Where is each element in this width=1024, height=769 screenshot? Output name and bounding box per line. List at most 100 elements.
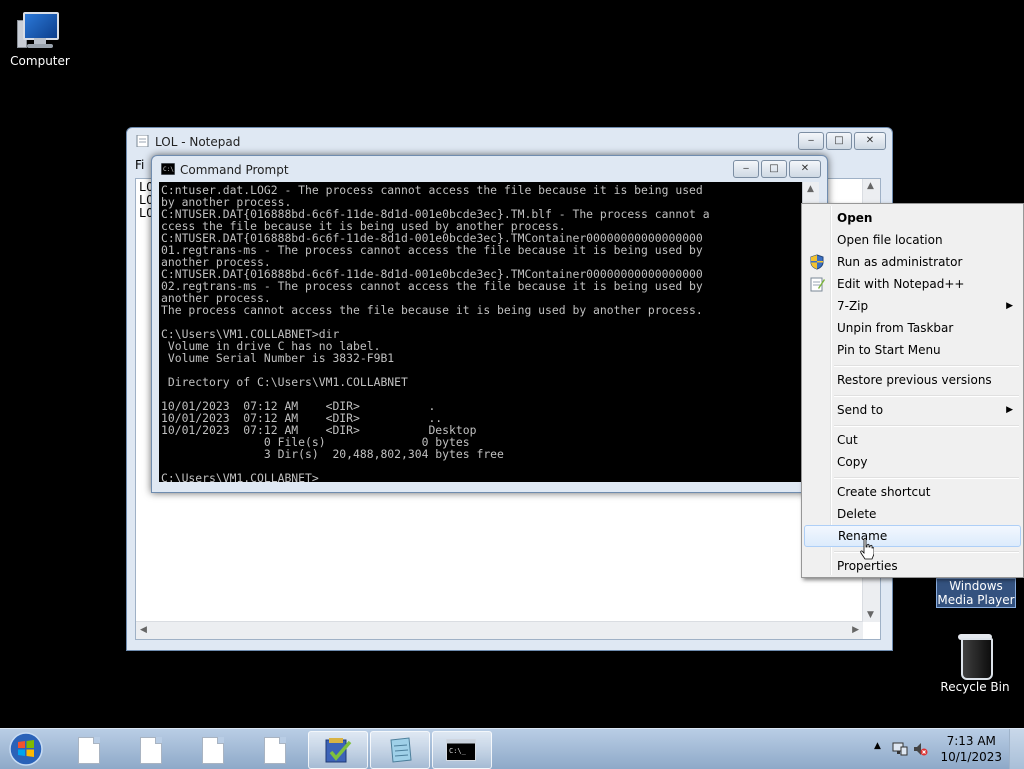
- close-icon: ✕: [800, 163, 810, 174]
- scroll-up-arrow-icon[interactable]: ▲: [867, 181, 874, 191]
- taskbar-button-document-1[interactable]: [60, 731, 118, 767]
- minimize-button[interactable]: ‒: [733, 160, 759, 178]
- desktop-icon-label: Recycle Bin: [940, 680, 1010, 694]
- notepad-icon: [390, 737, 412, 763]
- taskbar-button-document-3[interactable]: [184, 731, 242, 767]
- document-icon: [264, 737, 286, 764]
- menu-item-delete[interactable]: Delete: [804, 503, 1021, 525]
- menu-item-label: Properties: [837, 559, 898, 573]
- desktop-icon-label: Media Player: [937, 593, 1015, 607]
- window-title: LOL - Notepad: [155, 135, 241, 149]
- show-desktop-button[interactable]: [1009, 729, 1024, 769]
- scroll-up-arrow-icon[interactable]: ▲: [807, 184, 814, 194]
- desktop-icon-windows-media-player[interactable]: Windows Media Player: [936, 578, 1016, 608]
- notepadpp-icon: [810, 277, 825, 292]
- menu-item-label: 7-Zip: [837, 299, 869, 313]
- taskbar-button-command-prompt[interactable]: C:\_: [432, 731, 492, 769]
- scroll-down-arrow-icon[interactable]: ▼: [867, 610, 874, 620]
- close-button[interactable]: ✕: [854, 132, 886, 150]
- start-button[interactable]: [4, 731, 46, 767]
- document-icon: [202, 737, 224, 764]
- menu-item-label: Send to: [837, 403, 884, 417]
- menu-item-label: Cut: [837, 433, 858, 447]
- menu-item-open[interactable]: Open: [804, 207, 1021, 229]
- maximize-button[interactable]: □: [761, 160, 787, 178]
- close-icon: ✕: [865, 135, 875, 146]
- recycle-bin-icon: [958, 632, 993, 680]
- network-icon[interactable]: [892, 741, 908, 757]
- menu-item-label: Run as administrator: [837, 255, 963, 269]
- taskbar-button-document-2[interactable]: [122, 731, 180, 767]
- menu-item-properties[interactable]: Properties: [804, 555, 1021, 577]
- menu-separator: [834, 477, 1019, 479]
- context-menu: Open Open file location Run as administr…: [801, 203, 1024, 578]
- menu-separator: [834, 395, 1019, 397]
- menu-separator: [834, 365, 1019, 367]
- command-prompt-window[interactable]: C:\ Command Prompt ‒ □ ✕ C:ntuser.dat.LO…: [151, 155, 828, 493]
- clock-date: 10/1/2023: [940, 750, 1002, 764]
- minimize-icon: ‒: [807, 135, 815, 146]
- menu-item-unpin-from-taskbar[interactable]: Unpin from Taskbar: [804, 317, 1021, 339]
- checklist-app-icon: [325, 738, 352, 763]
- submenu-arrow-icon: ▶: [1006, 301, 1013, 311]
- menu-item-label: Edit with Notepad++: [837, 277, 965, 291]
- horizontal-scrollbar[interactable]: ◀ ▶: [136, 621, 863, 639]
- svg-text:C:\_: C:\_: [449, 747, 467, 755]
- minimize-button[interactable]: ‒: [798, 132, 824, 150]
- console-output-area[interactable]: C:ntuser.dat.LOG2 - The process cannot a…: [159, 182, 802, 482]
- computer-icon: [17, 10, 63, 50]
- notification-area: ▲ 7:13 AM 10/1/2023: [864, 729, 1024, 769]
- menu-item-label: Copy: [837, 455, 868, 469]
- document-icon: [140, 737, 162, 764]
- cmd-titlebar[interactable]: C:\ Command Prompt ‒ □ ✕: [152, 156, 827, 182]
- menu-item-label: Create shortcut: [837, 485, 931, 499]
- menu-item-edit-with-notepadpp[interactable]: Edit with Notepad++: [804, 273, 1021, 295]
- maximize-icon: □: [834, 135, 844, 146]
- desktop-icon-computer[interactable]: Computer: [0, 2, 80, 69]
- taskbar: C:\_ ▲ 7:13 AM 10/1/2023: [0, 728, 1024, 769]
- menu-item-rename[interactable]: Rename: [804, 525, 1021, 547]
- clock-time: 7:13 AM: [946, 734, 996, 748]
- menu-item-label: Restore previous versions: [837, 373, 992, 387]
- minimize-icon: ‒: [742, 163, 750, 174]
- menu-item-run-as-administrator[interactable]: Run as administrator: [804, 251, 1021, 273]
- volume-muted-icon[interactable]: [912, 741, 928, 757]
- close-button[interactable]: ✕: [789, 160, 821, 178]
- notepad-icon: [136, 135, 149, 147]
- menu-item-copy[interactable]: Copy: [804, 451, 1021, 473]
- menu-item-label: Open file location: [837, 233, 943, 247]
- menu-item-label: Unpin from Taskbar: [837, 321, 954, 335]
- desktop-icon-label: Windows: [949, 579, 1003, 593]
- scroll-right-arrow-icon[interactable]: ▶: [852, 625, 859, 635]
- menu-item-file[interactable]: Fi: [135, 158, 144, 174]
- console-text: C:ntuser.dat.LOG2 - The process cannot a…: [161, 183, 710, 482]
- taskbar-button-notepad[interactable]: [370, 731, 430, 769]
- menu-item-7zip[interactable]: 7-Zip ▶: [804, 295, 1021, 317]
- document-icon: [78, 737, 100, 764]
- uac-shield-icon: [810, 254, 824, 270]
- menu-item-label: Pin to Start Menu: [837, 343, 941, 357]
- menu-item-cut[interactable]: Cut: [804, 429, 1021, 451]
- menu-item-restore-previous-versions[interactable]: Restore previous versions: [804, 369, 1021, 391]
- desktop-icon-recycle-bin[interactable]: Recycle Bin: [935, 626, 1015, 695]
- command-prompt-icon: C:\: [161, 163, 175, 175]
- menu-item-label: Open: [837, 211, 873, 225]
- desktop-icon-label: Computer: [10, 54, 70, 68]
- submenu-arrow-icon: ▶: [1006, 405, 1013, 415]
- command-prompt-icon: C:\_: [446, 739, 476, 761]
- show-hidden-icons-chevron-icon[interactable]: ▲: [874, 741, 881, 751]
- menu-item-pin-to-start-menu[interactable]: Pin to Start Menu: [804, 339, 1021, 361]
- notepad-titlebar[interactable]: LOL - Notepad ‒ □ ✕: [127, 128, 892, 154]
- scroll-left-arrow-icon[interactable]: ◀: [140, 625, 147, 635]
- taskbar-button-document-4[interactable]: [246, 731, 304, 767]
- menu-separator: [834, 425, 1019, 427]
- menu-item-send-to[interactable]: Send to ▶: [804, 399, 1021, 421]
- menu-item-create-shortcut[interactable]: Create shortcut: [804, 481, 1021, 503]
- maximize-icon: □: [769, 163, 779, 174]
- maximize-button[interactable]: □: [826, 132, 852, 150]
- taskbar-button-checklist-app[interactable]: [308, 731, 368, 769]
- svg-text:C:\: C:\: [163, 166, 174, 173]
- system-clock[interactable]: 7:13 AM 10/1/2023: [940, 733, 1002, 765]
- window-title: Command Prompt: [180, 163, 289, 177]
- menu-item-open-file-location[interactable]: Open file location: [804, 229, 1021, 251]
